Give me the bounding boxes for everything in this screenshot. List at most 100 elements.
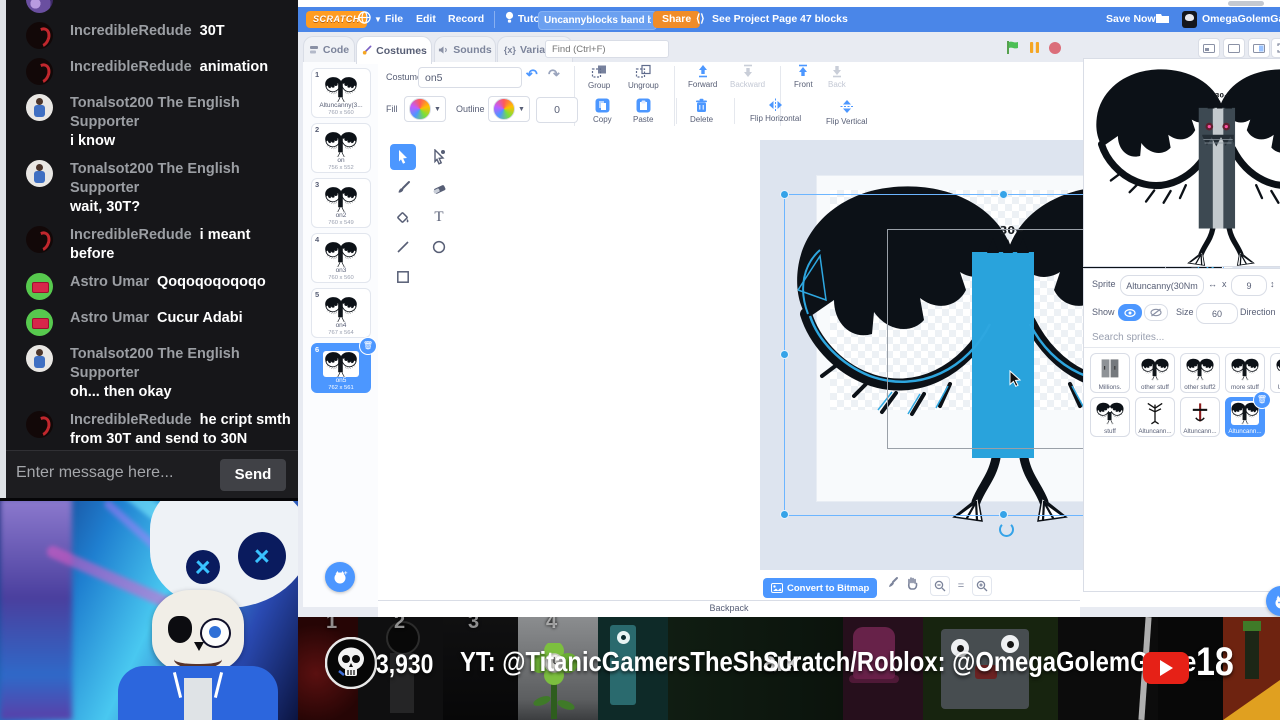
menu-edit[interactable]: Edit: [416, 7, 436, 32]
costume-item[interactable]: 2 on 756 x 552: [311, 123, 371, 173]
sprite-card[interactable]: other stuff2: [1180, 353, 1220, 393]
chat-message-input[interactable]: Enter message here...: [16, 464, 173, 482]
costume-item[interactable]: 3 on2 760 x 549: [311, 178, 371, 228]
chat-username[interactable]: Tonalsot200 The English Supporter: [70, 161, 240, 196]
avatar[interactable]: [26, 22, 53, 49]
delete-sprite-badge[interactable]: 🗑: [1253, 391, 1271, 409]
costume-item-selected[interactable]: 6 on5 762 x 561 🗑: [311, 337, 377, 393]
fill-tool[interactable]: [390, 204, 416, 230]
selection-handle[interactable]: [780, 350, 789, 359]
chat-message-list[interactable]: NoohLol is that a tiktok filter Incredibl…: [6, 0, 298, 458]
redo-icon[interactable]: ↷: [548, 66, 560, 83]
chat-username[interactable]: Tonalsot200 The English Supporter: [70, 95, 240, 130]
costume-name-input[interactable]: [418, 67, 522, 88]
menu-record[interactable]: Record: [448, 7, 484, 32]
avatar[interactable]: [26, 160, 53, 187]
fullscreen-button[interactable]: [1271, 38, 1280, 58]
back-button[interactable]: Back: [828, 64, 846, 89]
x-input[interactable]: [1231, 275, 1267, 296]
send-button[interactable]: Send: [220, 459, 286, 491]
selection-handle[interactable]: [780, 190, 789, 199]
outline-color-picker[interactable]: ▼: [488, 96, 530, 122]
reshape-tool[interactable]: [426, 144, 452, 170]
forward-button[interactable]: Forward: [688, 64, 717, 89]
see-project-page-link[interactable]: See Project Page: [712, 7, 797, 32]
share-button[interactable]: Share: [653, 11, 701, 28]
chat-username[interactable]: Astro Umar: [70, 274, 149, 290]
tab-costumes[interactable]: Costumes: [356, 36, 432, 64]
stage-preview[interactable]: [1083, 58, 1280, 267]
costume-item[interactable]: 4 on3 760 x 560: [311, 233, 371, 283]
sprite-name-input[interactable]: [1120, 275, 1204, 296]
avatar[interactable]: [26, 411, 53, 438]
brush-tool[interactable]: [390, 174, 416, 200]
select-tool[interactable]: [390, 144, 416, 170]
avatar[interactable]: [26, 0, 53, 13]
scrollbar-nub[interactable]: [1228, 1, 1264, 6]
line-tool[interactable]: [390, 234, 416, 260]
project-title-input[interactable]: [538, 11, 657, 30]
delete-costume-badge[interactable]: 🗑: [359, 337, 377, 355]
zoom-out-button[interactable]: [930, 576, 950, 596]
search-sprites-input[interactable]: Search sprites...: [1084, 329, 1280, 348]
sprite-card[interactable]: Uncanny: [1270, 353, 1280, 393]
group-button[interactable]: Group: [588, 64, 610, 90]
sprite-card[interactable]: Altuncann...: [1180, 397, 1220, 437]
avatar[interactable]: [26, 273, 53, 300]
sprite-card[interactable]: stuff: [1090, 397, 1130, 437]
normal-stage-button[interactable]: [1223, 38, 1245, 58]
size-input[interactable]: [1196, 303, 1238, 324]
chat-username[interactable]: IncredibleRedude: [70, 412, 192, 428]
show-sprite-button[interactable]: [1118, 304, 1142, 321]
chat-scrollbar[interactable]: [0, 0, 6, 498]
sprite-card[interactable]: other stuff: [1135, 353, 1175, 393]
account-menu[interactable]: OmegaGolemGame▼: [1202, 7, 1280, 32]
front-button[interactable]: Front: [794, 64, 813, 89]
tab-code[interactable]: Code: [303, 36, 355, 63]
avatar[interactable]: [26, 58, 53, 85]
sprite-card[interactable]: Altuncann...: [1135, 397, 1175, 437]
chat-username[interactable]: IncredibleRedude: [70, 227, 192, 243]
tab-sounds[interactable]: Sounds: [434, 36, 496, 63]
eraser-tool[interactable]: [426, 174, 452, 200]
circle-tool[interactable]: [426, 234, 452, 260]
chat-username[interactable]: IncredibleRedude: [70, 23, 192, 39]
fill-color-picker[interactable]: ▼: [404, 96, 446, 122]
backpack-bar[interactable]: Backpack: [378, 600, 1080, 617]
avatar[interactable]: [26, 309, 53, 336]
rectangle-tool[interactable]: [390, 264, 416, 290]
canvas-pan-tools[interactable]: [886, 576, 919, 590]
large-stage-button[interactable]: [1248, 38, 1270, 58]
rotation-handle[interactable]: [999, 522, 1014, 537]
sprite-card[interactable]: Millions.: [1090, 353, 1130, 393]
chat-username[interactable]: Tonalsot200 The English Supporter: [70, 346, 240, 381]
hide-sprite-button[interactable]: [1144, 304, 1168, 321]
flip-vertical-button[interactable]: Flip Vertical: [826, 98, 867, 126]
selection-handle[interactable]: [999, 190, 1008, 199]
undo-icon[interactable]: ↶: [526, 66, 538, 83]
chat-username[interactable]: IncredibleRedude: [70, 59, 192, 75]
sprite-card-selected[interactable]: Altuncann... 🗑: [1225, 391, 1271, 437]
avatar[interactable]: [26, 94, 53, 121]
menu-file[interactable]: File: [385, 7, 403, 32]
zoom-in-button[interactable]: [972, 576, 992, 596]
add-costume-button[interactable]: +: [325, 562, 355, 592]
zoom-reset-button[interactable]: =: [954, 580, 968, 592]
costume-item[interactable]: 5 on4 767 x 564: [311, 288, 371, 338]
selection-handle[interactable]: [999, 510, 1008, 519]
language-menu[interactable]: ▼: [358, 7, 382, 32]
selection-handle[interactable]: [780, 510, 789, 519]
avatar[interactable]: [26, 345, 53, 372]
convert-to-bitmap-button[interactable]: Convert to Bitmap: [763, 578, 878, 598]
costume-item[interactable]: 1 Altuncanny(3... 760 x 560: [311, 68, 371, 118]
copy-button[interactable]: Copy: [593, 98, 612, 124]
stop-icon[interactable]: [1048, 41, 1062, 55]
ungroup-button[interactable]: Ungroup: [628, 64, 659, 90]
find-input[interactable]: [545, 40, 669, 58]
pause-icon[interactable]: [1029, 41, 1040, 54]
user-avatar[interactable]: [1182, 11, 1197, 28]
outline-width-input[interactable]: [536, 97, 578, 123]
text-tool[interactable]: T: [426, 204, 452, 230]
chat-username[interactable]: NoohLol: [70, 0, 129, 3]
flip-horizontal-button[interactable]: Flip Horizontal: [750, 98, 801, 123]
